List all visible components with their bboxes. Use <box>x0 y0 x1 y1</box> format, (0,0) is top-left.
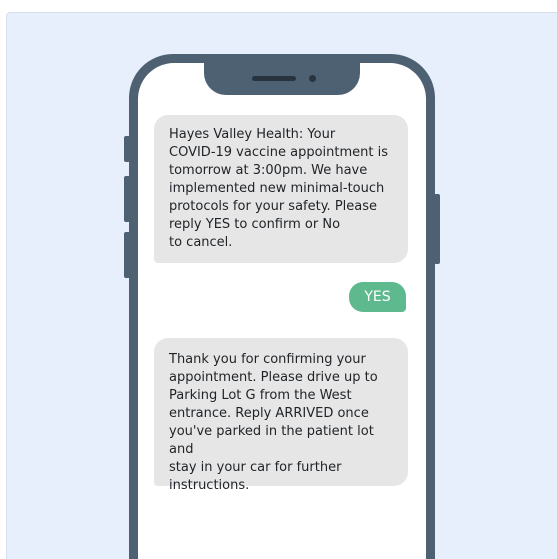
message-bubble-incoming: Hayes Valley Health: Your COVID-19 vacci… <box>154 115 408 263</box>
side-button-mute <box>124 136 130 162</box>
side-button-volume-up <box>124 176 130 222</box>
message-text: Thank you for confirming your appointmen… <box>169 352 378 493</box>
speaker-grille <box>252 76 296 81</box>
side-button-volume-down <box>124 232 130 278</box>
side-button-power <box>434 194 440 264</box>
message-text: Hayes Valley Health: Your COVID-19 vacci… <box>169 127 389 250</box>
phone-frame: Hayes Valley Health: Your COVID-19 vacci… <box>124 54 440 559</box>
message-bubble-incoming: Thank you for confirming your appointmen… <box>154 338 408 493</box>
camera-icon <box>309 75 316 82</box>
phone-screen: Hayes Valley Health: Your COVID-19 vacci… <box>138 63 426 559</box>
message-bubble-outgoing: YES <box>349 282 406 312</box>
phone-notch <box>204 63 360 95</box>
message-text: YES <box>364 289 391 305</box>
illustration-card: Hayes Valley Health: Your COVID-19 vacci… <box>6 12 557 559</box>
